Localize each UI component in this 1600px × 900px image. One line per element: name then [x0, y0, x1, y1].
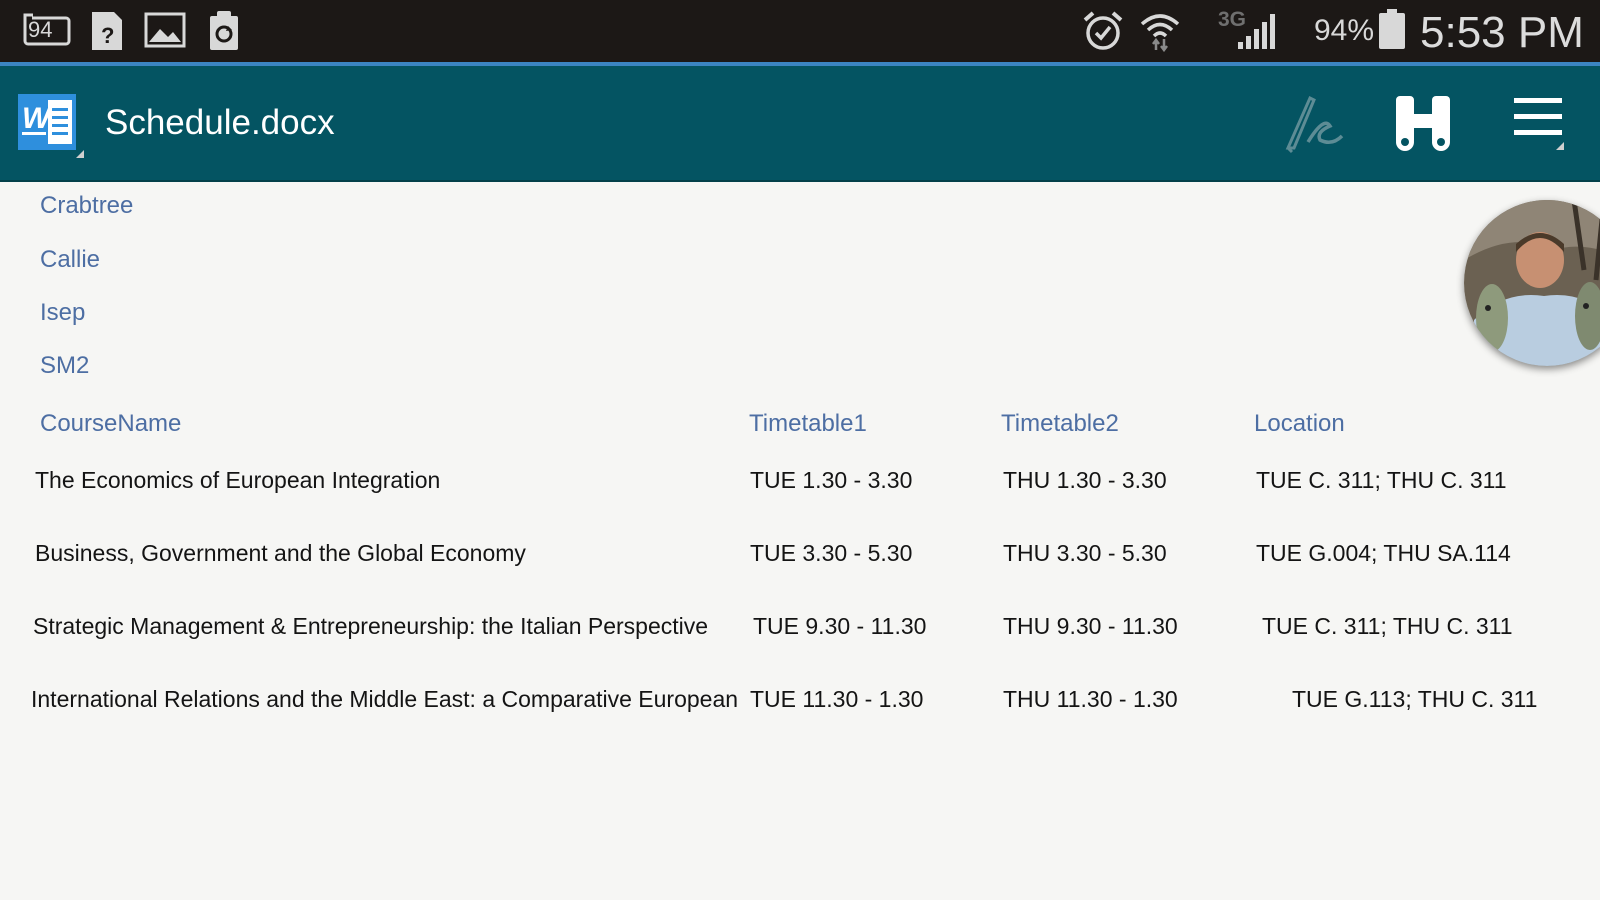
cell-course: Strategic Management & Entrepreneurship:…	[33, 613, 709, 639]
cell-course: International Relations and the Middle E…	[31, 686, 739, 712]
cell-location: TUE C. 311; THU C. 311	[1256, 467, 1507, 493]
svg-text:?: ?	[101, 23, 114, 48]
menu-icon	[1514, 98, 1564, 150]
recycle-icon	[208, 10, 240, 57]
alarm-icon	[1082, 10, 1124, 57]
cell-course: The Economics of European Integration	[35, 467, 441, 493]
table-header-location: Location	[1254, 410, 1345, 437]
doc-line-school: Isep	[40, 299, 86, 326]
word-logo-letter: W	[22, 102, 53, 135]
table-header-timetable2: Timetable2	[1001, 410, 1119, 437]
cell-timetable1: TUE 9.30 - 11.30	[753, 613, 927, 639]
document-title: Schedule.docx	[105, 103, 335, 142]
cell-timetable1: TUE 11.30 - 1.30	[750, 686, 924, 712]
doc-line-semester: SM2	[40, 352, 90, 379]
doc-line-name: Callie	[40, 246, 101, 273]
sign-pen-button[interactable]	[1278, 92, 1348, 158]
notification-badge-text: 94	[28, 17, 53, 42]
cell-timetable2: THU 11.30 - 1.30	[1003, 686, 1178, 712]
menu-button[interactable]	[1506, 92, 1576, 158]
battery-percent: 94%	[1314, 14, 1375, 47]
table-header-timetable1: Timetable1	[749, 410, 867, 437]
app-bar: W Schedule.docx	[0, 66, 1600, 182]
cell-timetable1: TUE 3.30 - 5.30	[750, 540, 913, 566]
wifi-icon	[1138, 8, 1182, 57]
image-icon	[144, 12, 186, 53]
unknown-file-icon: ?	[90, 10, 124, 57]
signal-icon	[1238, 12, 1280, 55]
cell-timetable2: THU 3.30 - 5.30	[1003, 540, 1167, 566]
cell-timetable2: THU 9.30 - 11.30	[1003, 613, 1178, 639]
cell-location: TUE C. 311; THU C. 311	[1262, 613, 1513, 639]
status-bar: 94 ? 3G 94% 5:53 PM	[0, 0, 1600, 62]
binoculars-icon	[1396, 96, 1450, 151]
word-logo-icon[interactable]: W	[18, 94, 84, 158]
table-header-course: CourseName	[40, 410, 182, 437]
document-page[interactable]: Crabtree Callie Isep SM2 CourseName Time…	[0, 182, 1600, 900]
sign-pen-icon	[1285, 95, 1344, 154]
cell-course: Business, Government and the Global Econ…	[35, 540, 526, 566]
screenshot-notification-icon: 94	[22, 12, 72, 48]
battery-icon	[1378, 8, 1406, 55]
cell-timetable2: THU 1.30 - 3.30	[1003, 467, 1167, 493]
cell-timetable1: TUE 1.30 - 3.30	[750, 467, 913, 493]
doc-line-surname: Crabtree	[40, 192, 134, 219]
cell-location: TUE G.004; THU SA.114	[1256, 540, 1511, 566]
status-clock: 5:53 PM	[1420, 8, 1584, 57]
find-button[interactable]	[1392, 92, 1462, 158]
cell-location: TUE G.113; THU C. 311	[1292, 686, 1538, 712]
